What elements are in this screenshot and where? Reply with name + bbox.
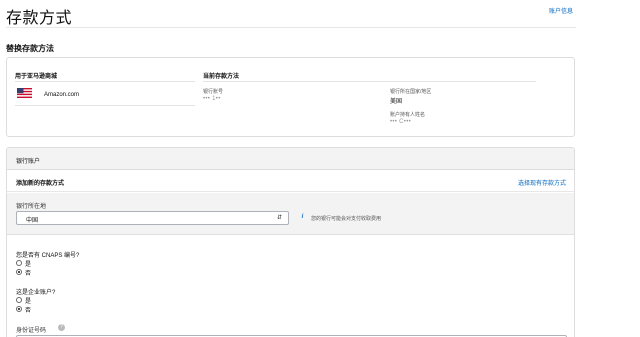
account-holder-label: 账户持有人姓名 xyxy=(390,112,426,118)
current-method-column-header: 当前存款方法 xyxy=(203,74,240,80)
business-yes-label: 是 xyxy=(25,299,32,305)
bank-account-header: 银行账户 xyxy=(7,148,574,170)
marketplace-column-header: 用于亚马逊商城 xyxy=(15,74,58,80)
divider xyxy=(15,105,195,106)
replace-method-panel: 用于亚马逊商城 当前存款方法 Amazon.com 银行账号 ••• 1•• 银… xyxy=(6,57,575,137)
bank-location-label: 银行所在地 xyxy=(16,204,47,210)
divider xyxy=(6,27,576,28)
account-number-label: 银行账号 xyxy=(203,89,224,95)
choose-existing-method-link[interactable]: 选择现有存款方式 xyxy=(518,178,566,187)
bank-location-value: 中国 xyxy=(26,218,39,224)
add-method-title: 添加新的存款方式 xyxy=(16,181,65,187)
help-icon[interactable]: ? xyxy=(58,324,65,331)
add-method-row: 添加新的存款方式 选择现有存款方式 xyxy=(7,170,574,192)
cnaps-no-label: 否 xyxy=(25,271,32,277)
account-holder-value: ••• C••• xyxy=(390,119,412,125)
page-title: 存款方式 xyxy=(6,10,73,27)
cnaps-no-radio[interactable] xyxy=(16,269,22,275)
bank-country-label: 银行所在国家/地区 xyxy=(390,89,432,95)
business-no-radio[interactable] xyxy=(16,306,22,312)
bank-account-title: 银行账户 xyxy=(16,159,41,165)
account-number-value: ••• 1•• xyxy=(203,96,221,102)
info-icon: i xyxy=(301,214,304,220)
fee-info-text: 您的银行可能会对支付收取费用 xyxy=(311,216,382,222)
select-arrows-icon: ⇵ xyxy=(276,215,282,221)
id-number-label: 身份证号码 xyxy=(16,328,47,334)
divider xyxy=(15,81,195,82)
business-no-label: 否 xyxy=(25,308,32,314)
us-flag-icon xyxy=(17,88,32,98)
account-info-link[interactable]: 账户信息 xyxy=(549,6,573,15)
bank-account-panel: 银行账户 添加新的存款方式 选择现有存款方式 银行所在地 中国 ⇵ i 您的银行… xyxy=(6,147,575,337)
cnaps-question: 您是否有 CNAPS 编号? xyxy=(16,253,80,259)
business-account-question: 这是企业账户? xyxy=(16,290,56,296)
bank-country-value: 美国 xyxy=(390,99,403,105)
divider xyxy=(203,81,536,82)
cnaps-yes-label: 是 xyxy=(25,262,32,268)
bank-country-section: 银行所在地 中国 ⇵ i 您的银行可能会对支付收取费用 xyxy=(7,193,574,235)
marketplace-name: Amazon.com xyxy=(44,92,80,98)
replace-method-title: 替换存款方法 xyxy=(6,44,54,53)
bank-location-select[interactable]: 中国 ⇵ xyxy=(16,211,289,225)
business-yes-radio[interactable] xyxy=(16,297,22,303)
cnaps-yes-radio[interactable] xyxy=(16,260,22,266)
